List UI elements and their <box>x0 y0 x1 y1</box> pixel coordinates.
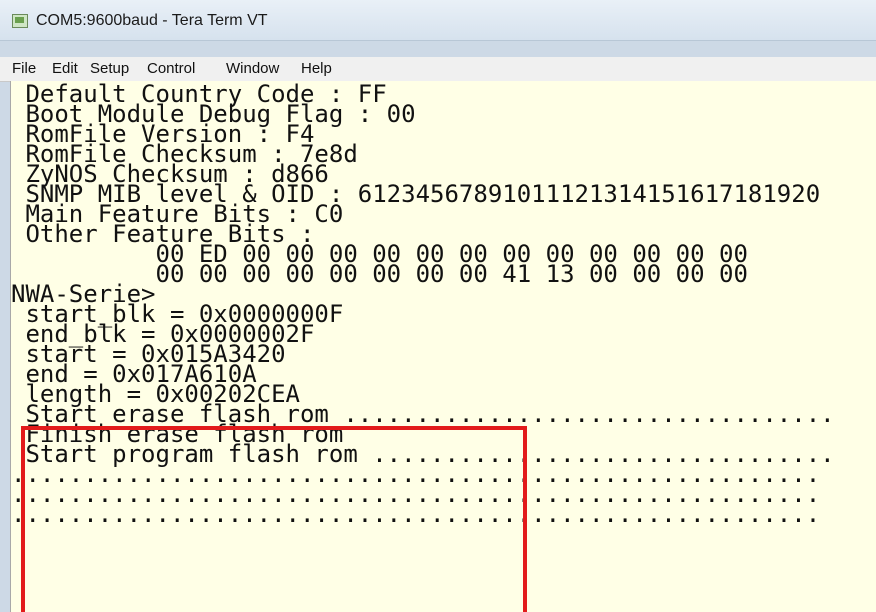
window-title: COM5:9600baud - Tera Term VT <box>36 12 268 29</box>
menu-file[interactable]: File <box>12 60 36 77</box>
menu-control[interactable]: Control <box>147 60 195 77</box>
title-bar[interactable]: COM5:9600baud - Tera Term VT <box>0 0 876 41</box>
tera-term-window: COM5:9600baud - Tera Term VT File Edit S… <box>0 0 876 612</box>
tera-term-app-icon[interactable] <box>12 14 28 28</box>
menu-window[interactable]: Window <box>226 60 279 77</box>
menu-setup[interactable]: Setup <box>90 60 129 77</box>
menu-help[interactable]: Help <box>301 60 332 77</box>
menu-bar: File Edit Setup Control Window Help <box>0 57 876 82</box>
menu-edit[interactable]: Edit <box>52 60 78 77</box>
terminal-screen[interactable]: Default Country Code : FF Boot Module De… <box>10 81 876 612</box>
red-highlight-box <box>21 426 527 612</box>
